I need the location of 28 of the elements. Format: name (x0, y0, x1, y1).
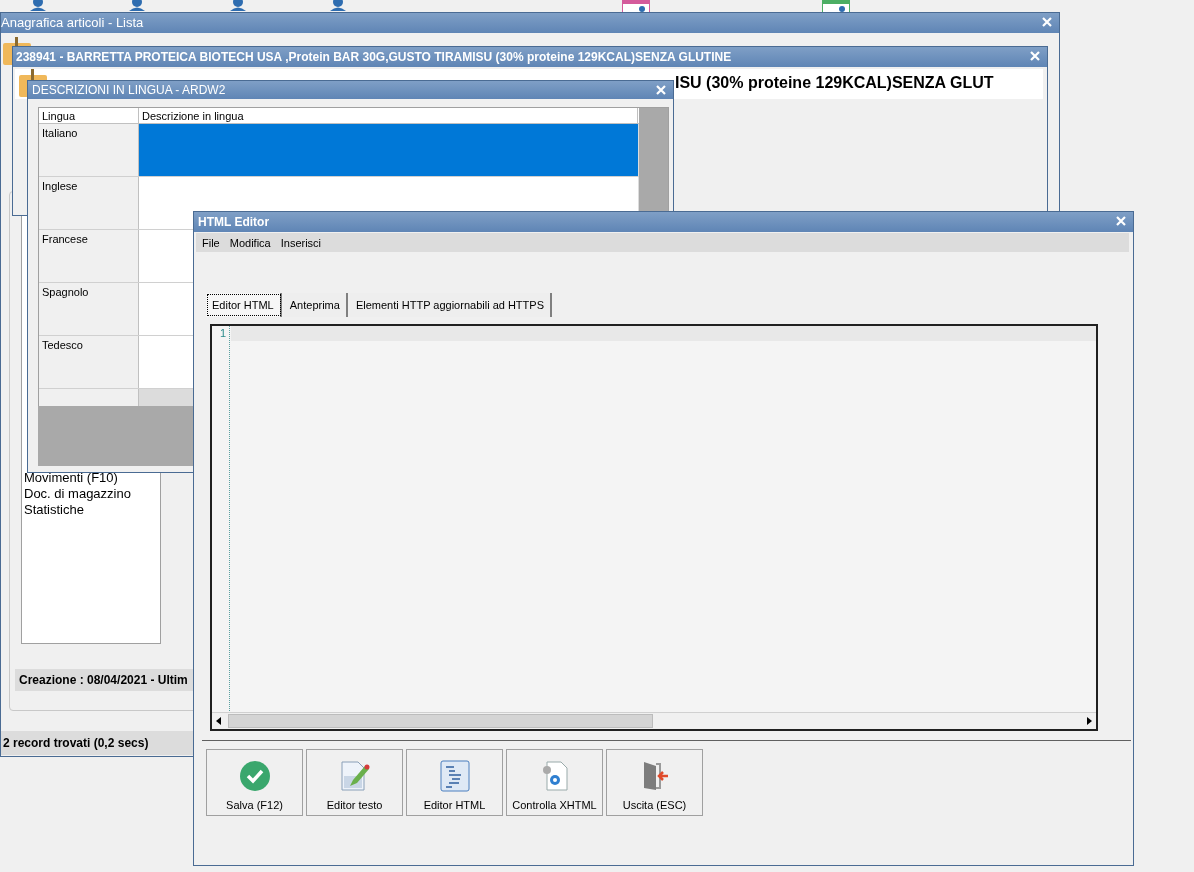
status-text: 2 record trovati (0,2 secs) (3, 735, 149, 752)
toolbar-button[interactable]: Editor testo (306, 749, 403, 816)
toolbar-button[interactable]: Editor HTML (406, 749, 503, 816)
window-title: HTML Editor (198, 215, 270, 229)
menu-item[interactable]: Inserisci (280, 235, 322, 250)
column-header[interactable]: Descrizione in lingua (139, 108, 638, 123)
list-item[interactable]: Doc. di magazzino (24, 486, 131, 502)
table-cell: Spagnolo (39, 283, 139, 335)
window-title: DESCRIZIONI IN LINGUA - ARDW2 (32, 83, 226, 97)
code-editor[interactable]: 1 (210, 324, 1098, 731)
list-item[interactable]: Statistiche (24, 502, 131, 518)
table-cell: Francese (39, 230, 139, 282)
window-title: 238941 - BARRETTA PROTEICA BIOTECH USA ,Protein BAR 30G,GUSTO TIRAMISU (30% proteine 129KCAL)SENZA GLUTINE (16, 50, 732, 64)
creation-info: Creazione : 08/04/2021 - Ultim (19, 672, 188, 689)
toolbar-button[interactable]: Salva (F12) (206, 749, 303, 816)
article-heading: ISU (30% proteine 129KCAL)SENZA GLUT (675, 74, 994, 92)
table-cell: Italiano (39, 124, 139, 176)
table-cell: Inglese (39, 177, 139, 229)
list-item[interactable]: Movimenti (F10) (24, 470, 131, 486)
tab[interactable]: Editor HTML (206, 293, 282, 317)
line-number: 1 (219, 326, 226, 340)
table-cell: Tedesco (39, 336, 139, 388)
menu-item[interactable]: Modifica (229, 235, 271, 250)
menu-item[interactable]: File (202, 235, 220, 250)
toolbar-button[interactable]: Controlla XHTML (506, 749, 603, 816)
window-title: Anagrafica articoli - Lista (1, 16, 144, 30)
toolbar-button[interactable]: Uscita (ESC) (606, 749, 703, 816)
column-header[interactable]: Lingua (39, 108, 139, 123)
